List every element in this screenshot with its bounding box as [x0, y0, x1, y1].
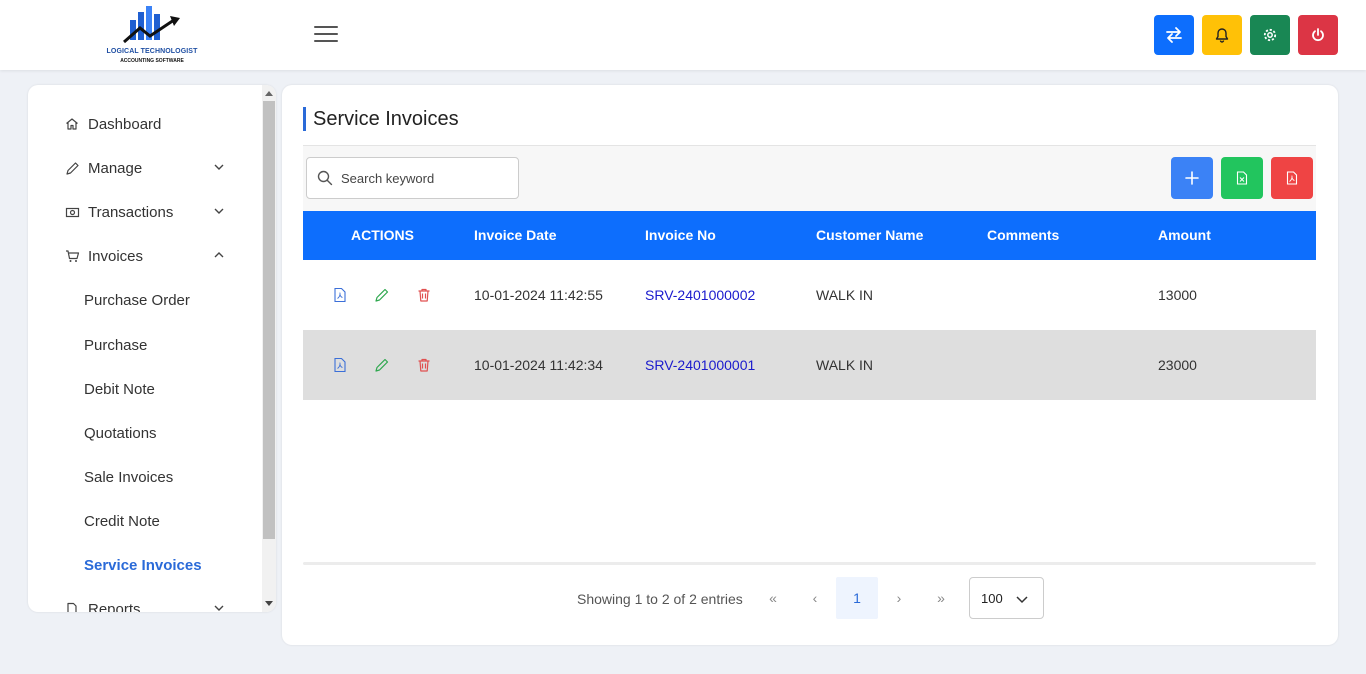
column-header-comments[interactable]: Comments	[987, 211, 1059, 260]
power-icon	[1312, 28, 1324, 42]
hamburger-line	[314, 40, 338, 42]
table-toolbar	[303, 146, 1316, 211]
pdf-file-icon	[1286, 171, 1298, 185]
pencil-icon	[64, 160, 80, 176]
settings-button[interactable]	[1250, 15, 1290, 55]
chevron-down-icon	[214, 605, 224, 611]
chevron-down-icon	[214, 208, 224, 214]
per-page-select[interactable]: 100	[969, 577, 1044, 619]
logout-button[interactable]	[1298, 15, 1338, 55]
table-bottom-divider	[303, 562, 1316, 565]
invoice-no-link[interactable]: SRV-2401000001	[645, 330, 755, 400]
pencil-icon[interactable]	[374, 357, 390, 373]
trash-icon[interactable]	[416, 357, 432, 373]
arrows-exchange-icon	[1166, 27, 1182, 43]
switch-button[interactable]	[1154, 15, 1194, 55]
table-row: 10-01-2024 11:42:55 SRV-2401000002 WALK …	[303, 260, 1316, 330]
cart-icon	[64, 248, 80, 264]
hamburger-line	[314, 26, 338, 28]
sidebar-item-label: Manage	[88, 159, 143, 177]
first-page-button[interactable]: «	[752, 577, 794, 619]
search-box[interactable]	[306, 157, 519, 199]
trash-icon[interactable]	[416, 287, 432, 303]
chevron-down-icon	[214, 164, 224, 170]
pencil-icon[interactable]	[374, 287, 390, 303]
amount-cell: 13000	[1158, 287, 1197, 303]
pdf-file-icon[interactable]	[332, 287, 348, 303]
export-excel-button[interactable]	[1221, 157, 1263, 199]
menu-toggle-button[interactable]	[314, 26, 338, 46]
table-header: ACTIONS Invoice Date Invoice No Customer…	[303, 211, 1316, 260]
last-page-button[interactable]: »	[920, 577, 962, 619]
sidebar-item-invoices[interactable]: Invoices	[64, 244, 226, 268]
invoice-no-link[interactable]: SRV-2401000002	[645, 260, 755, 330]
sidebar-subitem-purchase[interactable]: Purchase	[84, 334, 147, 356]
sidebar-subitem-purchase-order[interactable]: Purchase Order	[84, 289, 190, 311]
scroll-down-arrow-icon[interactable]	[265, 601, 273, 606]
sidebar-scroll-thumb[interactable]	[263, 101, 275, 539]
invoice-date-cell: 10-01-2024 11:42:55	[474, 287, 603, 303]
entries-summary: Showing 1 to 2 of 2 entries	[577, 591, 743, 607]
logo-subtitle: ACCOUNTING SOFTWARE	[120, 58, 184, 64]
column-header-amount[interactable]: Amount	[1158, 211, 1211, 260]
bell-icon	[1215, 28, 1229, 43]
top-header: LOGICAL TECHNOLOGIST ACCOUNTING SOFTWARE	[0, 0, 1366, 70]
excel-file-icon	[1236, 171, 1248, 185]
search-icon	[317, 170, 333, 186]
pdf-file-icon[interactable]	[332, 357, 348, 373]
sidebar-subitem-quotations[interactable]: Quotations	[84, 422, 157, 444]
chevron-up-icon	[214, 252, 224, 258]
sidebar-item-label: Transactions	[88, 203, 174, 221]
sidebar-subitem-sale-invoices[interactable]: Sale Invoices	[84, 466, 173, 488]
invoice-date-cell: 10-01-2024 11:42:34	[474, 357, 603, 373]
sidebar: Dashboard Manage Transactions Invoices P…	[28, 85, 276, 612]
sidebar-item-label: Dashboard	[88, 115, 162, 133]
logo[interactable]: LOGICAL TECHNOLOGIST ACCOUNTING SOFTWARE	[104, 4, 204, 66]
hamburger-line	[314, 33, 338, 35]
sidebar-item-label: Reports	[88, 600, 141, 613]
amount-cell: 23000	[1158, 357, 1197, 373]
sidebar-item-manage[interactable]: Manage	[64, 156, 226, 180]
customer-name-cell: WALK IN	[816, 357, 874, 373]
page-1-button[interactable]: 1	[836, 577, 878, 619]
column-header-invoice-date[interactable]: Invoice Date	[474, 211, 556, 260]
sidebar-subitem-credit-note[interactable]: Credit Note	[84, 510, 160, 532]
home-icon	[64, 116, 80, 132]
next-page-button[interactable]: ›	[878, 577, 920, 619]
logo-chart-icon	[123, 6, 180, 44]
search-input[interactable]	[341, 170, 501, 186]
plus-icon	[1185, 171, 1199, 185]
main-panel: Service Invoices ACTIONS Invoice Date In…	[282, 85, 1338, 645]
chevron-down-icon	[1016, 596, 1028, 604]
customer-name-cell: WALK IN	[816, 287, 874, 303]
page-title: Service Invoices	[303, 107, 459, 131]
prev-page-button[interactable]: ‹	[794, 577, 836, 619]
table-row: 10-01-2024 11:42:34 SRV-2401000001 WALK …	[303, 330, 1316, 400]
sidebar-item-transactions[interactable]: Transactions	[64, 200, 226, 224]
sidebar-item-label: Invoices	[88, 247, 144, 265]
logo-brand: LOGICAL TECHNOLOGIST	[106, 48, 198, 55]
sidebar-subitem-debit-note[interactable]: Debit Note	[84, 378, 155, 400]
column-header-customer-name[interactable]: Customer Name	[816, 211, 923, 260]
per-page-value: 100	[981, 590, 1003, 606]
export-pdf-button[interactable]	[1271, 157, 1313, 199]
scroll-up-arrow-icon[interactable]	[265, 91, 273, 96]
cash-icon	[64, 204, 80, 220]
document-icon	[64, 601, 80, 612]
sidebar-item-reports[interactable]: Reports	[64, 597, 226, 612]
add-button[interactable]	[1171, 157, 1213, 199]
sidebar-item-dashboard[interactable]: Dashboard	[64, 112, 226, 136]
column-header-invoice-no[interactable]: Invoice No	[645, 211, 716, 260]
notifications-button[interactable]	[1202, 15, 1242, 55]
sidebar-subitem-service-invoices[interactable]: Service Invoices	[84, 554, 202, 576]
gear-icon	[1263, 28, 1277, 42]
column-header-actions: ACTIONS	[351, 227, 414, 243]
